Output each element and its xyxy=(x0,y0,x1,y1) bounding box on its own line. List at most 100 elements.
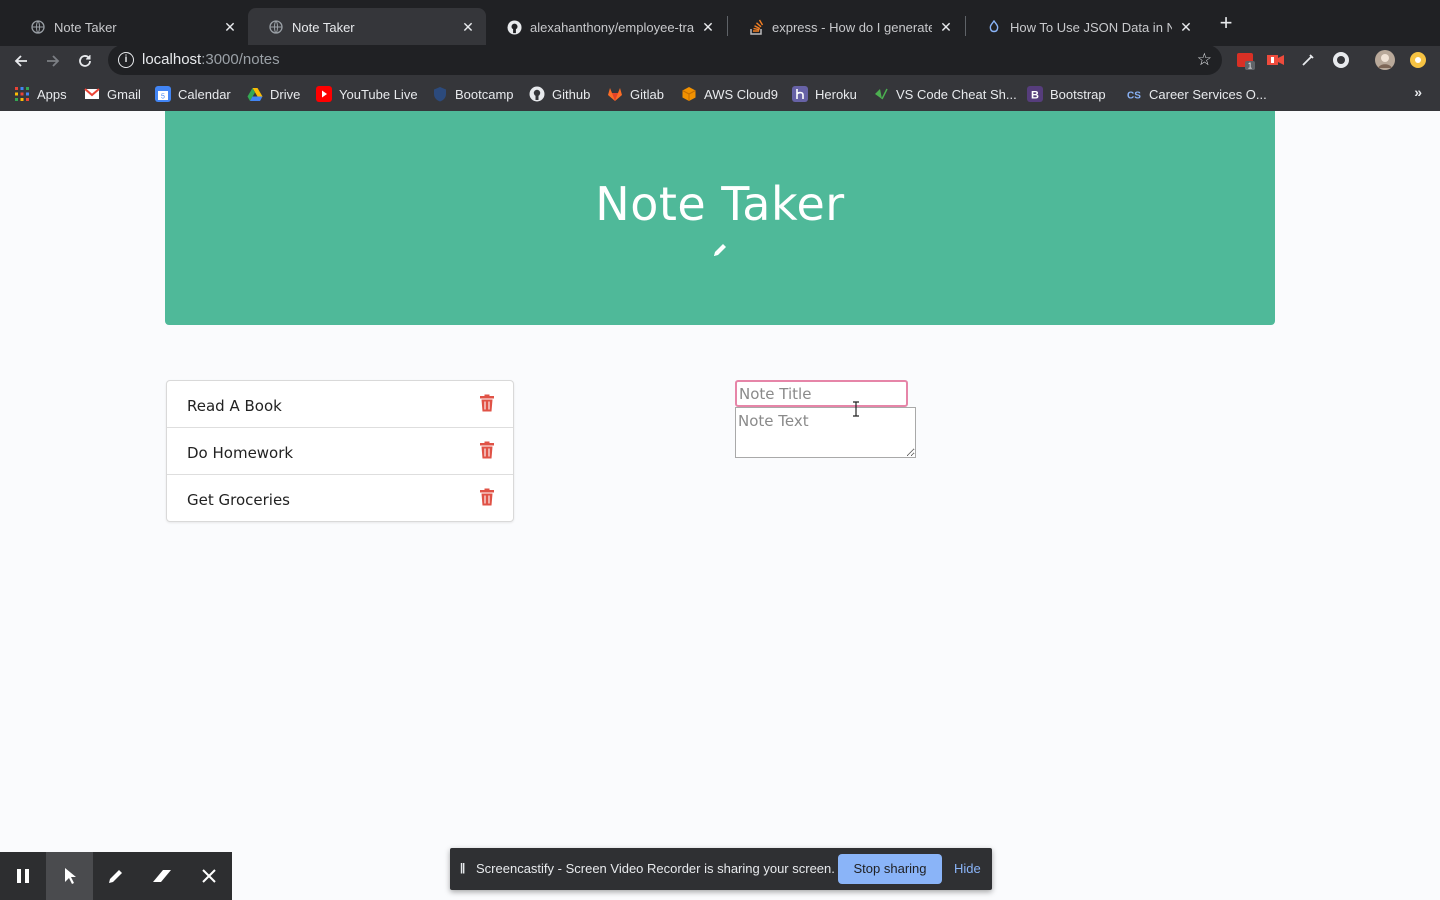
youtube-icon xyxy=(316,86,332,102)
trash-icon[interactable] xyxy=(479,488,495,506)
eyedropper-extension-icon[interactable] xyxy=(1298,50,1318,70)
note-title[interactable]: Do Homework xyxy=(187,444,293,462)
bookmark-label: VS Code Cheat Sh... xyxy=(896,86,1017,102)
tab-title: alexahanthony/employee-track xyxy=(530,19,694,35)
svg-text:B: B xyxy=(1031,90,1039,102)
url-path: :3000/notes xyxy=(201,51,280,68)
bookmark-label: Bootstrap xyxy=(1050,86,1106,102)
close-icon[interactable]: ✕ xyxy=(700,19,716,35)
bookmark-label: Drive xyxy=(270,86,301,102)
new-tab-button[interactable]: + xyxy=(1215,12,1237,34)
bookmark-label: YouTube Live xyxy=(339,86,418,102)
bookmark-apps[interactable]: Apps xyxy=(14,86,67,102)
tab-json-node[interactable]: How To Use JSON Data in Nod ✕ xyxy=(966,8,1204,46)
url-text[interactable]: localhost:3000/notes xyxy=(142,51,280,68)
apps-grid-icon xyxy=(14,86,30,102)
page-header: Note Taker xyxy=(165,111,1275,325)
pause-button[interactable] xyxy=(0,852,46,900)
close-icon[interactable]: ✕ xyxy=(1178,19,1194,35)
sharing-message: Screencastify - Screen Video Recorder is… xyxy=(476,861,835,876)
vscode-icon xyxy=(873,86,889,102)
tab-title: How To Use JSON Data in Nod xyxy=(1010,19,1172,35)
stackoverflow-icon xyxy=(748,19,764,35)
bookmark-heroku[interactable]: Heroku xyxy=(792,86,857,102)
pen-tool-button[interactable] xyxy=(93,852,139,900)
bookmark-star-icon[interactable]: ☆ xyxy=(1197,50,1212,70)
bookmark-drive[interactable]: Drive xyxy=(247,86,300,102)
tab-github-repo[interactable]: alexahanthony/employee-track ✕ xyxy=(486,8,726,46)
bookmark-label: AWS Cloud9 xyxy=(704,86,778,102)
career-services-icon: CS xyxy=(1126,86,1142,102)
extension-badge-icon[interactable]: 1 xyxy=(1236,50,1256,70)
list-item[interactable]: Read A Book xyxy=(167,381,513,428)
trash-icon[interactable] xyxy=(479,441,495,459)
screencastify-extension-icon[interactable] xyxy=(1266,50,1286,70)
bookmark-calendar[interactable]: 5 Calendar xyxy=(155,86,231,102)
bookmark-youtube-live[interactable]: YouTube Live xyxy=(316,86,418,102)
back-button[interactable] xyxy=(9,49,33,73)
page-title: Note Taker xyxy=(595,177,845,231)
close-toolbar-button[interactable] xyxy=(186,852,232,900)
close-icon[interactable]: ✕ xyxy=(938,19,954,35)
note-title[interactable]: Get Groceries xyxy=(187,491,290,509)
close-icon[interactable]: ✕ xyxy=(222,19,238,35)
list-item[interactable]: Do Homework xyxy=(167,428,513,475)
tab-note-taker-1[interactable]: Note Taker ✕ xyxy=(10,8,248,46)
screencastify-toolbar xyxy=(0,852,232,900)
svg-text:5: 5 xyxy=(161,94,165,101)
bookmark-label: Career Services O... xyxy=(1149,86,1267,102)
shield-icon xyxy=(432,86,448,102)
github-icon xyxy=(529,86,545,102)
extension-yellow-icon[interactable] xyxy=(1408,50,1428,70)
bookmark-label: Calendar xyxy=(178,86,231,102)
note-title[interactable]: Read A Book xyxy=(187,397,282,415)
profile-avatar[interactable] xyxy=(1375,50,1395,70)
tab-title: Note Taker xyxy=(54,19,117,35)
bookmark-gitlab[interactable]: Gitlab xyxy=(607,86,664,102)
url-host: localhost xyxy=(142,51,202,68)
digitalocean-icon xyxy=(986,19,1002,35)
list-item[interactable]: Get Groceries xyxy=(167,475,513,522)
stop-sharing-button[interactable]: Stop sharing xyxy=(838,854,942,884)
bookmark-label: Gitlab xyxy=(630,86,664,102)
text-cursor-icon xyxy=(852,401,860,417)
tab-stackoverflow[interactable]: express - How do I generate JS ✕ xyxy=(728,8,964,46)
bookmark-label: Apps xyxy=(37,86,67,102)
trash-icon[interactable] xyxy=(479,394,495,412)
info-icon[interactable]: i xyxy=(118,52,134,68)
bookmarks-overflow-button[interactable]: » xyxy=(1414,84,1422,100)
bookmark-label: Heroku xyxy=(815,86,857,102)
bookmark-label: Gmail xyxy=(107,86,141,102)
note-title-input[interactable] xyxy=(735,380,908,407)
globe-icon xyxy=(268,19,284,35)
bookmark-bootstrap[interactable]: B Bootstrap xyxy=(1027,86,1106,102)
gmail-icon xyxy=(84,86,100,102)
calendar-icon: 5 xyxy=(155,86,171,102)
close-icon[interactable]: ✕ xyxy=(460,19,476,35)
pencil-icon[interactable] xyxy=(710,240,730,260)
extension-circle-icon[interactable] xyxy=(1331,50,1351,70)
bookmark-github[interactable]: Github xyxy=(529,86,590,102)
note-text-input[interactable] xyxy=(735,407,916,458)
bookmark-career-services[interactable]: CS Career Services O... xyxy=(1126,86,1267,102)
hide-button[interactable]: Hide xyxy=(954,861,981,876)
drive-icon xyxy=(247,86,263,102)
forward-button[interactable] xyxy=(41,49,65,73)
bookmark-bootcamp[interactable]: Bootcamp xyxy=(432,86,514,102)
bookmark-label: Github xyxy=(552,86,591,102)
globe-icon xyxy=(30,19,46,35)
note-list: Read A Book Do Homework Get Groceries xyxy=(166,380,514,522)
svg-text:CS: CS xyxy=(1127,91,1141,102)
extension-badge-count: 1 xyxy=(1248,62,1253,71)
bookmark-label: Bootcamp xyxy=(455,86,514,102)
eraser-tool-button[interactable] xyxy=(139,852,185,900)
pause-icon: || xyxy=(460,862,465,874)
address-bar[interactable]: i localhost:3000/notes ☆ xyxy=(108,45,1222,75)
bookmark-gmail[interactable]: Gmail xyxy=(84,86,141,102)
cursor-tool-button[interactable] xyxy=(46,852,93,900)
tab-note-taker-2[interactable]: Note Taker ✕ xyxy=(248,8,486,46)
bookmark-vscode-cheat-sheet[interactable]: VS Code Cheat Sh... xyxy=(873,86,1017,102)
tab-title: express - How do I generate JS xyxy=(772,19,932,35)
reload-button[interactable] xyxy=(73,49,97,73)
bookmark-aws-cloud9[interactable]: AWS Cloud9 xyxy=(681,86,778,102)
